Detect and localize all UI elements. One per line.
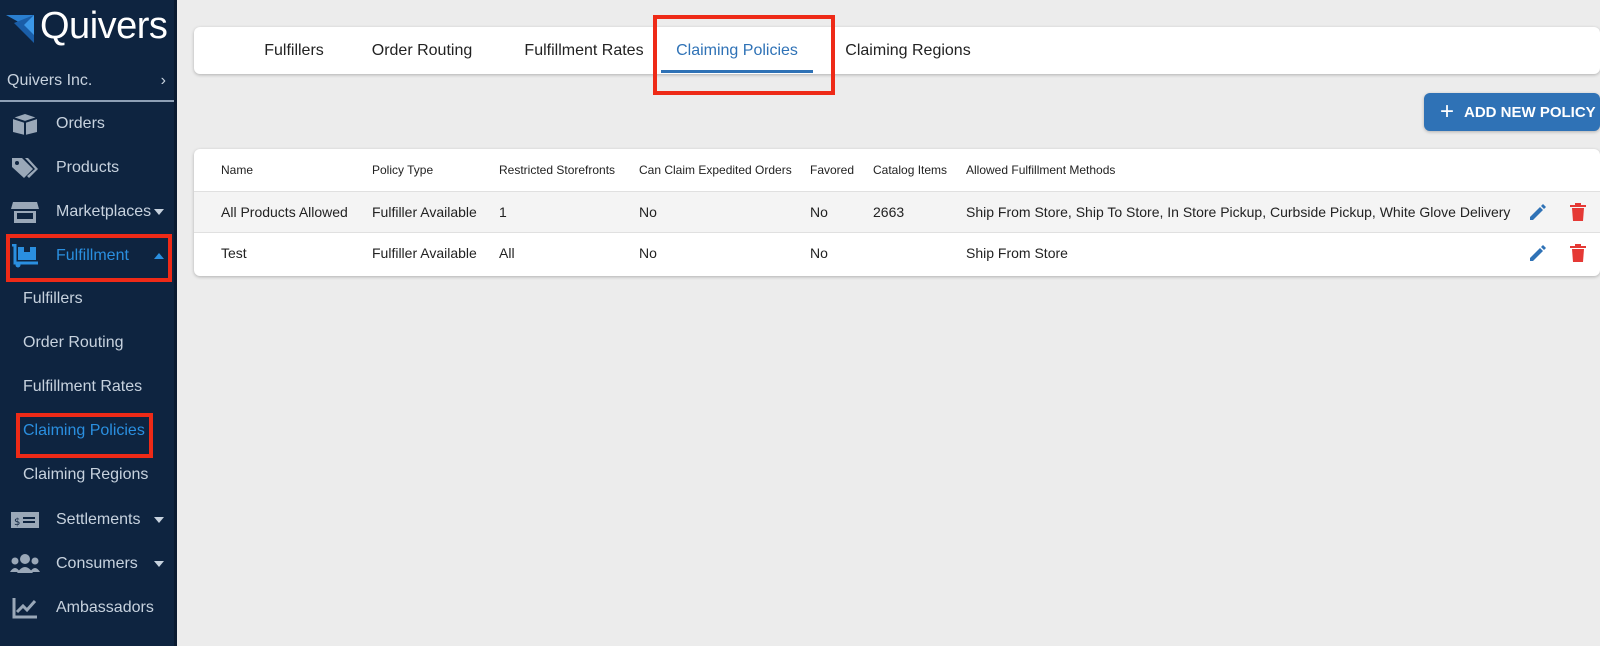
cell-catalog-items: 2663 bbox=[873, 204, 905, 220]
sidebar-item-consumers[interactable]: Consumers bbox=[0, 542, 174, 586]
sidebar-subitem-fulfillers[interactable]: Fulfillers bbox=[23, 284, 83, 314]
caret-down-icon bbox=[154, 209, 164, 215]
cell-favored: No bbox=[810, 204, 828, 220]
sidebar-item-fulfillment[interactable]: Fulfillment bbox=[0, 234, 174, 278]
chevron-right-icon: › bbox=[160, 72, 166, 89]
cell-restricted-storefronts: 1 bbox=[499, 204, 507, 220]
column-header-restricted-storefronts: Restricted Storefronts bbox=[499, 163, 616, 177]
sidebar-subitem-claiming-policies[interactable]: Claiming Policies bbox=[23, 416, 145, 446]
users-icon bbox=[10, 551, 40, 577]
active-tab-indicator bbox=[661, 70, 813, 73]
column-header-policy-type: Policy Type bbox=[372, 163, 434, 177]
sidebar-item-settlements[interactable]: $ Settlements bbox=[0, 498, 174, 542]
cell-name: Test bbox=[221, 245, 247, 261]
quivers-logo[interactable]: Quivers bbox=[4, 4, 168, 48]
svg-text:$: $ bbox=[14, 517, 20, 528]
plus-icon: + bbox=[1440, 98, 1455, 125]
cell-favored: No bbox=[810, 245, 828, 261]
sidebar-item-orders[interactable]: Orders bbox=[0, 102, 174, 146]
add-new-policy-label: ADD NEW POLICY bbox=[1464, 103, 1596, 121]
edit-icon[interactable] bbox=[1527, 201, 1549, 223]
sidebar-item-label: Marketplaces bbox=[56, 203, 152, 220]
org-switcher[interactable]: Quivers Inc. › bbox=[0, 62, 174, 102]
sidebar-item-marketplaces[interactable]: Marketplaces bbox=[0, 190, 174, 234]
sidebar-item-products[interactable]: Products bbox=[0, 146, 174, 190]
sidebar-subitem-fulfillment-rates[interactable]: Fulfillment Rates bbox=[23, 372, 142, 402]
delete-icon[interactable] bbox=[1567, 242, 1589, 264]
sidebar-subitem-order-routing[interactable]: Order Routing bbox=[23, 328, 124, 358]
logo-text: Quivers bbox=[40, 4, 168, 47]
chart-line-icon bbox=[10, 595, 40, 621]
table-row[interactable]: All Products Allowed Fulfiller Available… bbox=[194, 191, 1600, 232]
cell-restricted-storefronts: All bbox=[499, 245, 515, 261]
cell-allowed-methods: Ship From Store bbox=[966, 245, 1068, 261]
column-header-favored: Favored bbox=[810, 163, 855, 177]
sidebar-item-label: Fulfillment bbox=[56, 247, 129, 264]
cell-allowed-methods: Ship From Store, Ship To Store, In Store… bbox=[966, 204, 1511, 220]
sidebar-item-label: Settlements bbox=[56, 511, 141, 528]
cell-name: All Products Allowed bbox=[221, 204, 348, 220]
tab-fulfillment-rates[interactable]: Fulfillment Rates bbox=[494, 27, 674, 74]
delete-icon[interactable] bbox=[1567, 201, 1589, 223]
sidebar-item-label: Products bbox=[56, 159, 120, 176]
sidebar: Quivers Quivers Inc. › Orders Products M… bbox=[0, 0, 177, 646]
tab-bar: Fulfillers Order Routing Fulfillment Rat… bbox=[194, 27, 1600, 74]
column-header-catalog-items: Catalog Items bbox=[873, 163, 948, 177]
tags-icon bbox=[10, 155, 40, 181]
caret-up-icon bbox=[154, 253, 164, 259]
sidebar-item-label: Orders bbox=[56, 115, 105, 132]
edit-icon[interactable] bbox=[1527, 242, 1549, 264]
cell-policy-type: Fulfiller Available bbox=[372, 204, 477, 220]
column-header-allowed-methods: Allowed Fulfillment Methods bbox=[966, 163, 1116, 177]
add-new-policy-button[interactable]: + ADD NEW POLICY bbox=[1424, 93, 1600, 131]
sidebar-subitem-claiming-regions[interactable]: Claiming Regions bbox=[23, 460, 148, 490]
table-row[interactable]: Test Fulfiller Available All No No Ship … bbox=[194, 232, 1600, 273]
tab-claiming-regions[interactable]: Claiming Regions bbox=[823, 27, 993, 74]
cell-policy-type: Fulfiller Available bbox=[372, 245, 477, 261]
dolly-icon bbox=[10, 243, 40, 269]
policies-table: Name Policy Type Restricted Storefronts … bbox=[194, 149, 1600, 276]
column-header-can-claim-expedited: Can Claim Expedited Orders bbox=[639, 163, 792, 177]
box-icon bbox=[10, 111, 40, 137]
org-name: Quivers Inc. bbox=[7, 72, 93, 89]
tab-claiming-policies[interactable]: Claiming Policies bbox=[655, 27, 819, 74]
quivers-logo-icon bbox=[4, 9, 38, 43]
money-bill-icon: $ bbox=[10, 507, 40, 533]
cell-can-claim-expedited: No bbox=[639, 204, 657, 220]
sidebar-item-label: Ambassadors bbox=[56, 599, 154, 616]
caret-down-icon bbox=[154, 517, 164, 523]
store-icon bbox=[10, 199, 40, 225]
cell-can-claim-expedited: No bbox=[639, 245, 657, 261]
sidebar-item-ambassadors[interactable]: Ambassadors bbox=[0, 586, 174, 630]
tab-order-routing[interactable]: Order Routing bbox=[342, 27, 502, 74]
column-header-name: Name bbox=[221, 163, 254, 177]
caret-down-icon bbox=[154, 561, 164, 567]
sidebar-item-label: Consumers bbox=[56, 555, 138, 572]
